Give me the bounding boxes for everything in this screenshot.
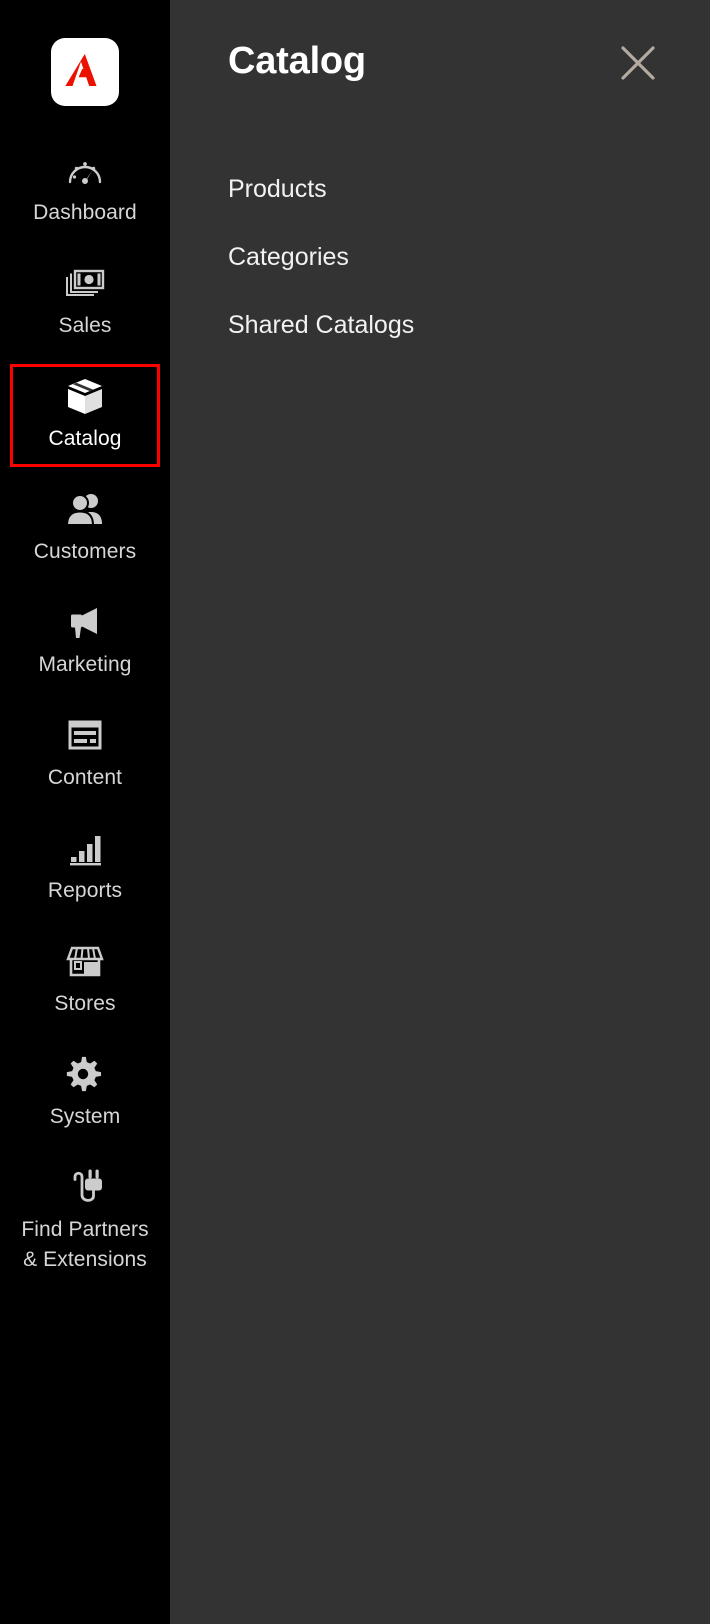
page-title: Catalog [228,40,366,82]
plug-icon [64,1168,106,1208]
sidebar-nav: Dashboard Sales Catalog Customers Market… [0,138,170,1298]
sidebar-item-label: Find Partners & Extensions [21,1218,149,1271]
users-icon [63,490,107,530]
sidebar-item-stores[interactable]: Stores [10,929,160,1032]
submenu-item-categories[interactable]: Categories [228,242,710,272]
sidebar-item-label: Catalog [48,427,122,450]
sidebar-item-system[interactable]: System [10,1042,160,1145]
sidebar-item-label: Marketing [38,653,132,676]
sidebar-item-label: Customers [33,540,137,563]
sidebar-item-content[interactable]: Content [10,703,160,806]
sidebar-item-label: System [49,1105,121,1128]
sidebar-item-label: Sales [58,314,112,337]
main-sidebar: Dashboard Sales Catalog Customers Market… [0,0,170,1624]
sidebar-item-dashboard[interactable]: Dashboard [10,138,160,241]
sidebar-item-customers[interactable]: Customers [10,477,160,580]
storefront-icon [64,942,106,982]
submenu-item-shared-catalogs[interactable]: Shared Catalogs [228,310,710,340]
gauge-icon [66,151,104,191]
sidebar-item-label: Content [47,766,123,789]
sidebar-item-sales[interactable]: Sales [10,251,160,354]
close-icon[interactable] [616,41,660,85]
close-icon-glyph [621,46,655,80]
submenu-list: Products Categories Shared Catalogs [170,128,710,378]
box-icon [64,377,106,417]
adobe-logo-icon[interactable] [51,38,119,106]
money-icon [64,264,106,304]
gear-icon [66,1055,104,1095]
sidebar-item-label: Stores [54,992,116,1015]
sidebar-item-label: Dashboard [33,201,137,224]
submenu-panel: Catalog Products Categories Shared Catal… [170,0,710,1624]
submenu-item-products[interactable]: Products [228,174,710,204]
sidebar-item-find-partners[interactable]: Find Partners & Extensions [10,1155,160,1288]
panel-header: Catalog [170,0,710,128]
sidebar-item-label: Reports [47,879,123,902]
sidebar-item-catalog[interactable]: Catalog [10,364,160,467]
window-icon [64,716,106,756]
adobe-logo-glyph [65,54,97,86]
bar-chart-icon [65,829,105,869]
logo-container[interactable] [51,38,119,106]
sidebar-item-reports[interactable]: Reports [10,816,160,919]
megaphone-icon [65,603,105,643]
sidebar-item-marketing[interactable]: Marketing [10,590,160,693]
admin-menu-overlay: Dashboard Sales Catalog Customers Market… [0,0,710,1624]
